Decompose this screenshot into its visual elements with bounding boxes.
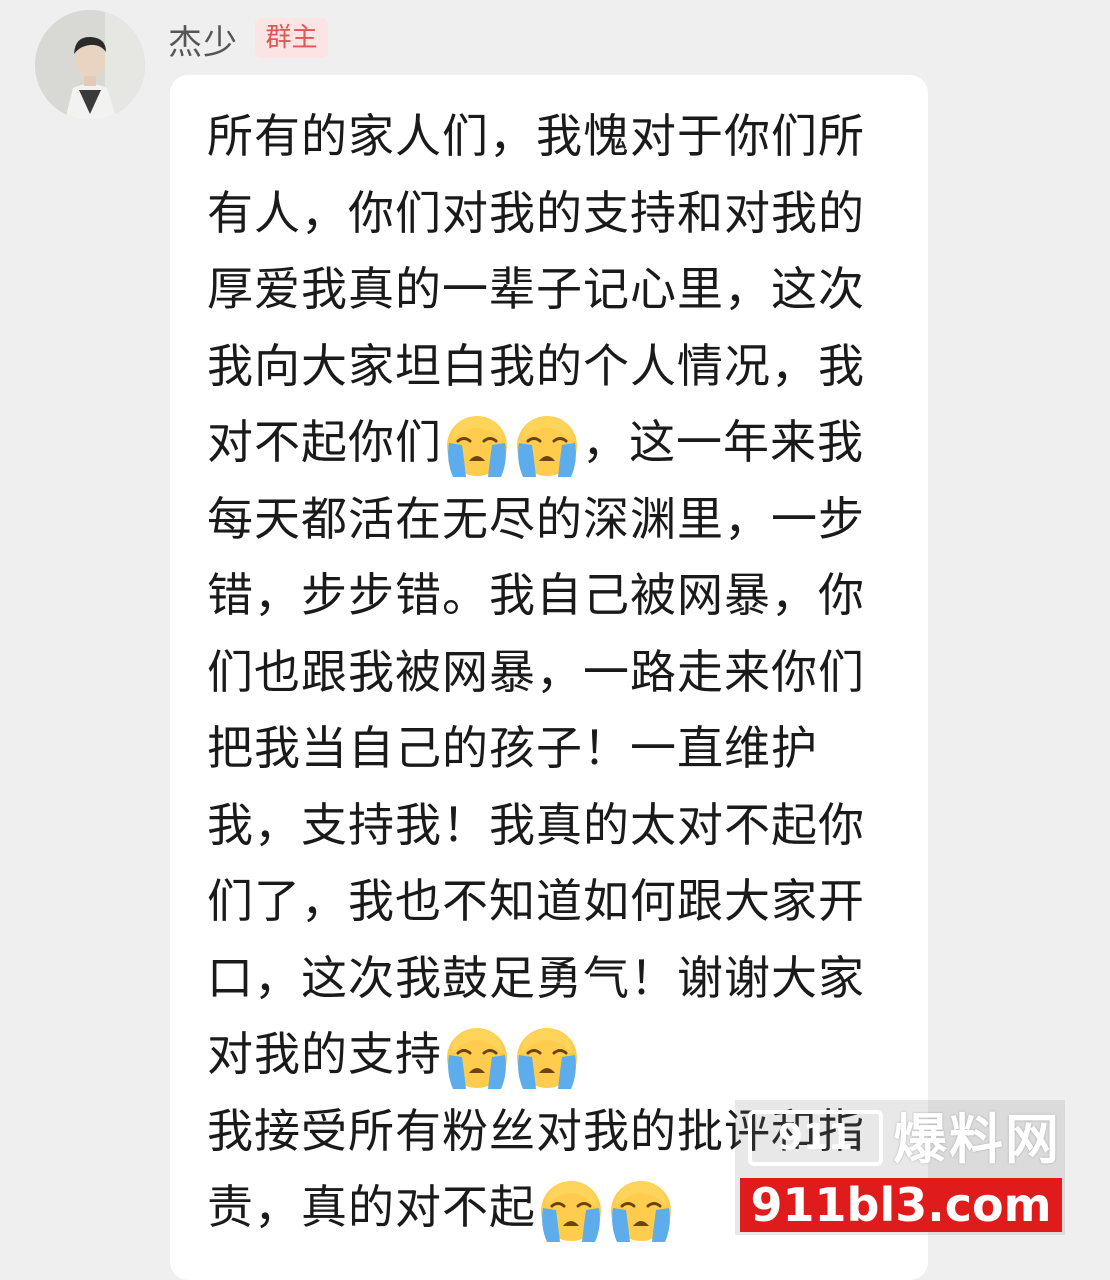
message-text-segment: 对不起你们: [207, 415, 442, 469]
message-text: 所有的家人们，我愧对于你们所 有人，你们对我的支持和对我的 厚爱我真的一辈子记心里，…: [207, 98, 907, 1246]
message-text-segment: 错，步步错。我自己被网暴，你: [207, 568, 865, 622]
message-text-segment: 厚爱我真的一辈子记心里，这次: [207, 262, 865, 316]
message-text-segment: ，这一年来我: [582, 415, 864, 469]
message-line: 错，步步错。我自己被网暴，你: [207, 557, 907, 634]
message-line: 我，支持我！我真的太对不起你: [207, 787, 907, 864]
message-line: 们也跟我被网暴，一路走来你们: [207, 634, 907, 711]
message-line: 们了，我也不知道如何跟大家开: [207, 863, 907, 940]
watermark-title: 爆料网: [893, 1108, 1061, 1171]
message-line: 对我的支持: [207, 1016, 907, 1093]
message-text-segment: 我，支持我！我真的太对不起你: [207, 797, 865, 852]
message-text-segment: 每天都活在无尽的深渊里，一步: [207, 491, 865, 546]
message-line: 有人，你们对我的支持和对我的: [207, 175, 907, 252]
message-text-segment: 有人，你们对我的支持和对我的: [207, 185, 865, 240]
avatar[interactable]: [35, 10, 145, 120]
message-line: 把我当自己的孩子！一直维护: [207, 710, 907, 787]
loudly-crying-face-icon: [512, 411, 582, 481]
message-line: 口，这次我鼓足勇气！谢谢大家: [207, 940, 907, 1017]
message-text-segment: 所有的家人们，我愧对于你们所: [207, 109, 865, 163]
watermark: 911 爆料网 911bl3.com: [735, 1100, 1065, 1235]
group-owner-badge: 群主: [255, 18, 328, 58]
loudly-crying-face-icon: [442, 411, 512, 481]
message-text-segment: 口，这次我鼓足勇气！谢谢大家: [207, 950, 865, 1005]
loudly-crying-face-icon: [512, 1023, 582, 1093]
message-text-segment: 责，真的对不起: [207, 1180, 536, 1234]
watermark-logo: 911: [748, 1110, 883, 1166]
watermark-url: 911bl3.com: [740, 1178, 1062, 1232]
avatar-photo: [35, 10, 145, 120]
message-line: 厚爱我真的一辈子记心里，这次: [207, 251, 907, 328]
message-line: 每天都活在无尽的深渊里，一步: [207, 481, 907, 558]
loudly-crying-face-icon: [442, 1023, 512, 1093]
message-line: 我向大家坦白我的个人情况，我: [207, 328, 907, 405]
message-line: 对不起你们 ，这一年来我: [207, 404, 907, 481]
message-text-segment: 们了，我也不知道如何跟大家开: [207, 874, 865, 928]
sender-name[interactable]: 杰少: [168, 15, 238, 64]
message-text-segment: 对我的支持: [207, 1027, 442, 1081]
message-text-segment: 我向大家坦白我的个人情况，我: [207, 338, 865, 393]
message-text-segment: 把我当自己的孩子！一直维护: [207, 721, 818, 775]
loudly-crying-face-icon: [536, 1176, 606, 1246]
message-text-segment: 们也跟我被网暴，一路走来你们: [207, 644, 865, 699]
loudly-crying-face-icon: [606, 1176, 676, 1246]
message-line: 所有的家人们，我愧对于你们所: [207, 98, 907, 175]
